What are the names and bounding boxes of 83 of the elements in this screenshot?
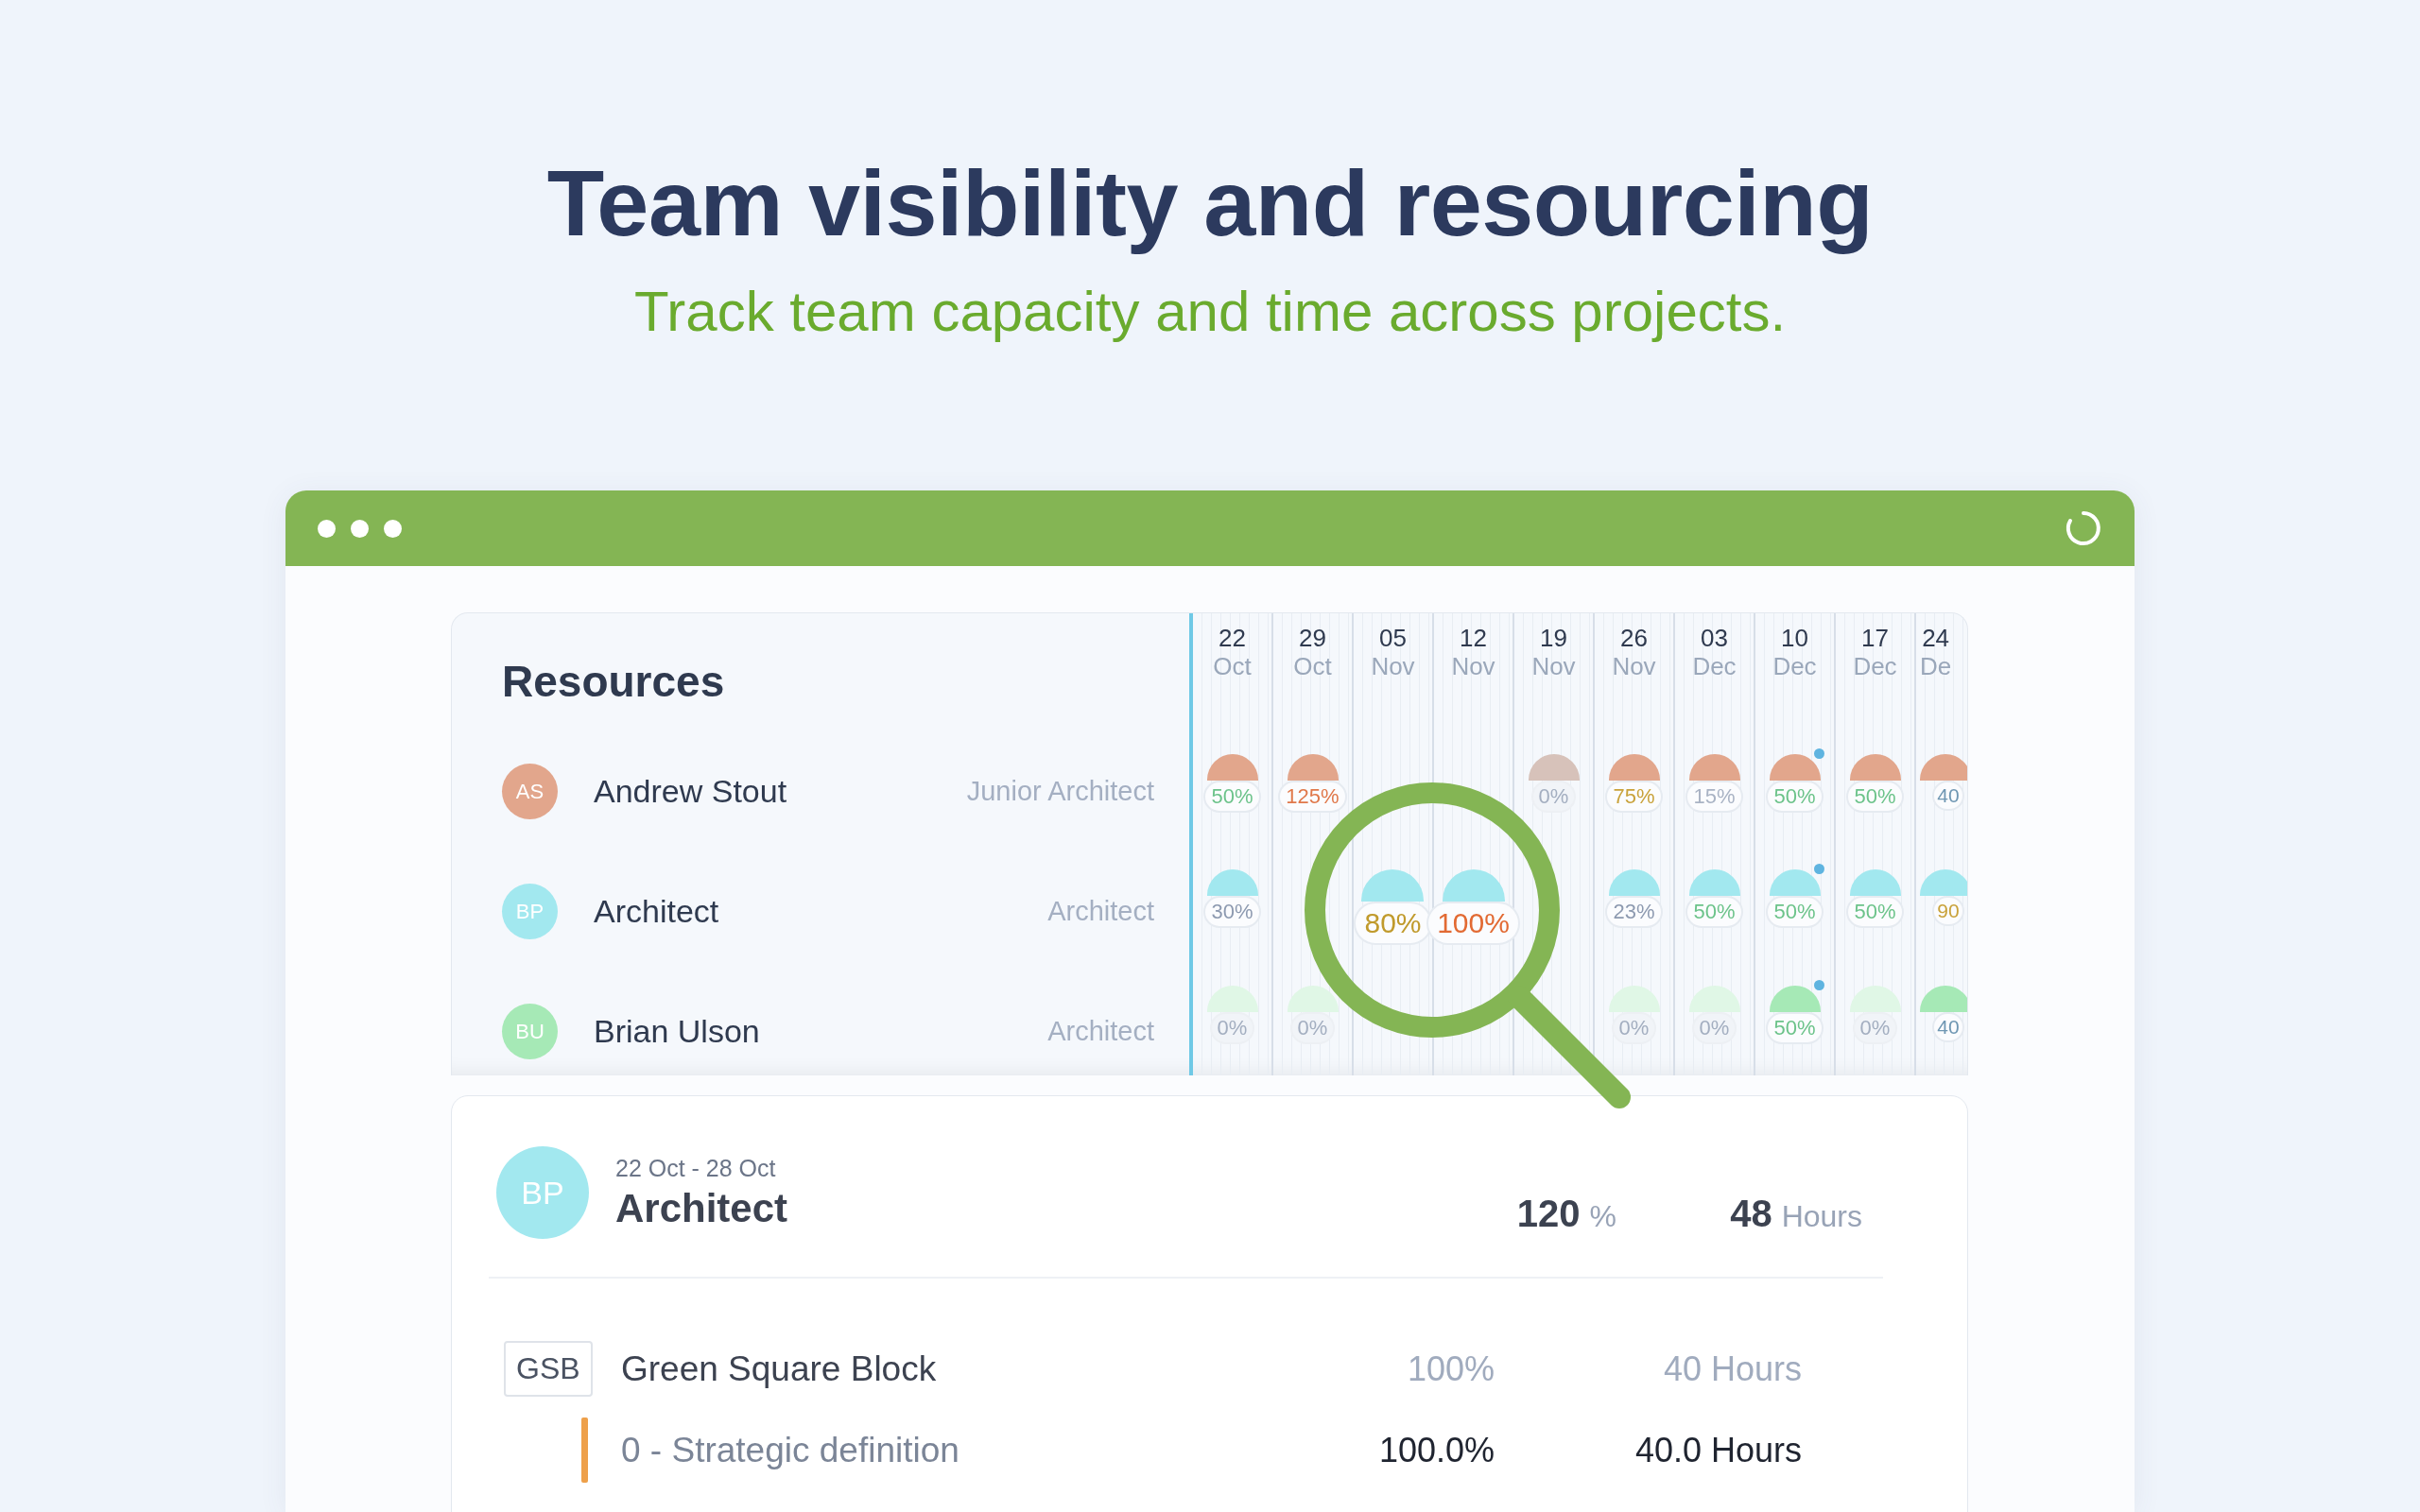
allocation-percent: 50% bbox=[1846, 780, 1904, 813]
week-month: Nov bbox=[1612, 652, 1656, 681]
phase-name: 0 - Strategic definition bbox=[621, 1430, 960, 1470]
allocation-percent: 100% bbox=[1426, 902, 1520, 946]
week-day: 22 bbox=[1219, 625, 1246, 653]
refresh-icon[interactable] bbox=[2065, 509, 2102, 547]
week-month: Nov bbox=[1531, 652, 1576, 681]
allocation-bubble[interactable] bbox=[1849, 869, 1901, 897]
allocation-percent: 50% bbox=[1766, 780, 1824, 813]
date-range: 22 Oct - 28 Oct bbox=[615, 1154, 777, 1182]
allocation-percent: 75% bbox=[1605, 780, 1663, 813]
week-day: 03 bbox=[1701, 625, 1728, 653]
resource-name[interactable]: Brian Ulson bbox=[594, 1013, 1048, 1050]
allocation-percent: 125% bbox=[1278, 780, 1347, 813]
allocation-bubble[interactable] bbox=[1206, 869, 1258, 897]
stat-unit: % bbox=[1589, 1199, 1616, 1234]
allocation-percent: 0% bbox=[1852, 1012, 1898, 1045]
avatar: BP bbox=[496, 1146, 589, 1239]
stat-value: 120 bbox=[1516, 1193, 1581, 1235]
window-control-dot[interactable] bbox=[384, 519, 402, 538]
resource-name: Architect bbox=[615, 1185, 789, 1231]
allocation-percent: 50% bbox=[1846, 896, 1904, 929]
allocation-bubble[interactable] bbox=[1769, 869, 1821, 897]
allocation-bubble[interactable] bbox=[1920, 753, 1967, 781]
phase-hours: 40.0 Hours bbox=[1634, 1430, 1802, 1470]
window-control-dot[interactable] bbox=[351, 519, 369, 538]
allocation-percent: 0% bbox=[1289, 1012, 1336, 1045]
avatar: BP bbox=[502, 884, 558, 939]
allocation-bubble[interactable] bbox=[1920, 869, 1967, 897]
week-month: De bbox=[1920, 652, 1952, 681]
resource-role: Architect bbox=[1047, 1016, 1154, 1047]
allocation-percent: 30% bbox=[1203, 896, 1261, 929]
allocation-percent: 90 bbox=[1932, 896, 1964, 927]
allocation-percent: 50% bbox=[1685, 896, 1743, 929]
project-hours: 40 Hours bbox=[1662, 1349, 1802, 1389]
stat-value: 48 bbox=[1730, 1193, 1772, 1235]
allocation-bubble[interactable] bbox=[1608, 869, 1660, 897]
week-day: 12 bbox=[1460, 625, 1487, 653]
allocation-bubble[interactable] bbox=[1688, 869, 1740, 897]
page-title: Team visibility and resourcing bbox=[546, 149, 1874, 257]
resource-role: Architect bbox=[1047, 896, 1154, 927]
allocation-percent: 50% bbox=[1203, 780, 1261, 813]
section-title: Resources bbox=[502, 655, 725, 707]
allocation-bubble[interactable] bbox=[1920, 986, 1967, 1013]
allocation-percent: 40 bbox=[1932, 780, 1964, 811]
window-control-dot[interactable] bbox=[318, 519, 336, 538]
allocation-bubble[interactable] bbox=[1442, 869, 1505, 902]
allocation-percent: 0% bbox=[1691, 1012, 1737, 1045]
week-day: 24 bbox=[1922, 625, 1950, 653]
week-month: Nov bbox=[1451, 652, 1495, 681]
week-day: 19 bbox=[1540, 625, 1567, 653]
stat-unit: Hours bbox=[1781, 1199, 1862, 1234]
allocation-bubble[interactable] bbox=[1287, 986, 1339, 1013]
allocation-percent: 0% bbox=[1209, 1012, 1255, 1045]
allocation-percent: 50% bbox=[1766, 1012, 1824, 1045]
resource-name[interactable]: Architect bbox=[594, 893, 1048, 930]
allocation-percent: 50% bbox=[1766, 896, 1824, 929]
week-month: Nov bbox=[1371, 652, 1415, 681]
week-day: 17 bbox=[1861, 625, 1889, 653]
allocation-percent: 15% bbox=[1685, 780, 1743, 813]
phase-percent: 100.0% bbox=[1377, 1430, 1495, 1470]
week-day: 05 bbox=[1379, 625, 1407, 653]
avatar: BU bbox=[502, 1004, 558, 1059]
allocation-bubble[interactable] bbox=[1769, 986, 1821, 1013]
week-month: Dec bbox=[1853, 652, 1897, 681]
allocation-percent: 23% bbox=[1605, 896, 1663, 929]
week-month: Oct bbox=[1293, 652, 1332, 681]
week-month: Dec bbox=[1772, 652, 1817, 681]
allocation-percent: 40 bbox=[1932, 1012, 1964, 1043]
allocation-percent: 0% bbox=[1530, 780, 1577, 813]
project-percent: 100% bbox=[1406, 1349, 1495, 1389]
week-month: Dec bbox=[1692, 652, 1737, 681]
resource-name[interactable]: Andrew Stout bbox=[594, 773, 967, 810]
allocation-percent: 0% bbox=[1611, 1012, 1657, 1045]
week-day: 26 bbox=[1620, 625, 1648, 653]
resource-role: Junior Architect bbox=[966, 776, 1154, 807]
week-month: Oct bbox=[1213, 652, 1252, 681]
page-subtitle: Track team capacity and time across projects. bbox=[633, 278, 1787, 345]
week-day: 10 bbox=[1781, 625, 1808, 653]
avatar: AS bbox=[502, 764, 558, 819]
week-day: 29 bbox=[1299, 625, 1326, 653]
project-code-tag: GSB bbox=[504, 1341, 593, 1397]
project-name[interactable]: Green Square Block bbox=[621, 1349, 1258, 1389]
